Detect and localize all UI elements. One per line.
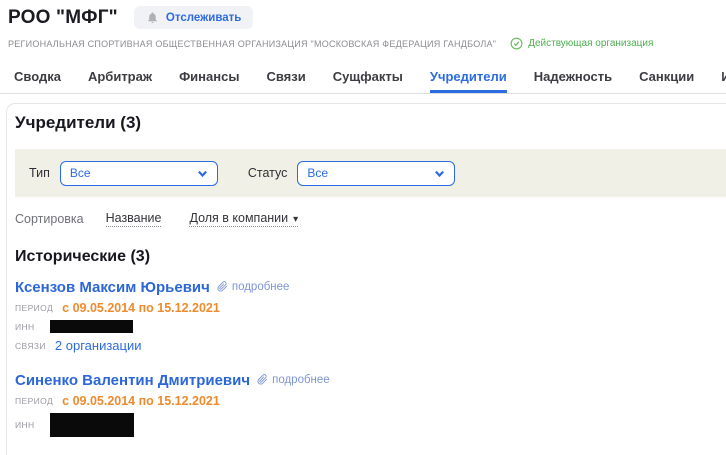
sort-option-share[interactable]: Доля в компании▾ [189,211,298,227]
filter-status-value: Все [307,166,328,180]
content-card: Учредители (3) Тип Все Статус Все Сортир… [6,103,726,455]
inn-label: ИНН [15,420,41,430]
page-title: РОО "МФГ" [8,7,118,29]
founder-item: Синенко Валентин Дмитриевич подробнее ПЕ… [15,372,726,437]
org-full-name: РЕГИОНАЛЬНАЯ СПОРТИВНАЯ ОБЩЕСТВЕННАЯ ОРГ… [8,39,496,49]
period-label: ПЕРИОД [15,396,53,406]
founder-details-link[interactable]: подробнее [257,374,330,386]
founder-details-label: подробнее [272,374,330,386]
founder-item: Ксензов Максим Юрьевич подробнее ПЕРИОД … [15,279,726,353]
bell-icon [146,11,159,24]
status-badge: Действующая организация [510,37,653,50]
founder-name-link[interactable]: Ксензов Максим Юрьевич [15,279,210,296]
page-section-title: Учредители (3) [15,113,726,133]
tab-2[interactable]: Арбитраж [88,63,152,93]
tab-1[interactable]: Сводка [14,63,61,93]
paperclip-icon [217,281,228,292]
status-badge-label: Действующая организация [528,38,653,49]
chevron-down-icon [434,168,445,179]
sort-caret-icon: ▾ [293,214,298,225]
links-label: СВЯЗИ [15,341,46,351]
filter-status-label: Статус [248,166,288,180]
paperclip-icon [257,374,268,385]
chevron-down-icon [197,168,208,179]
inn-redacted-value [50,320,133,333]
filter-type: Тип Все [29,161,218,186]
founder-details-link[interactable]: подробнее [217,281,290,293]
historical-section-title: Исторические (3) [15,248,726,266]
founder-links-link[interactable]: 2 организации [55,338,142,353]
tab-9[interactable]: История [721,63,726,93]
tab-7[interactable]: Надежность [534,63,612,93]
tab-6[interactable]: Учредители [430,63,507,93]
period-value: с 09.05.2014 по 15.12.2021 [62,301,220,315]
founders-list: Ксензов Максим Юрьевич подробнее ПЕРИОД … [15,279,726,455]
tab-4[interactable]: Связи [266,63,305,93]
tab-5[interactable]: Сущфакты [333,63,403,93]
inn-label: ИНН [15,322,41,332]
follow-button[interactable]: Отслеживать [134,6,253,29]
filter-type-value: Все [70,166,91,180]
page-header: РОО "МФГ" Отслеживать РЕГИОНАЛЬНАЯ СПОРТ… [0,0,726,50]
filter-status-select[interactable]: Все [297,161,455,186]
tabs-nav: Сводка Арбитраж Финансы Связи Сущфакты У… [0,63,726,94]
filter-status: Статус Все [248,161,456,186]
founder-details-label: подробнее [232,281,290,293]
check-circle-icon [510,37,523,50]
period-label: ПЕРИОД [15,303,53,313]
founder-name-link[interactable]: Синенко Валентин Дмитриевич [15,372,250,389]
filter-type-select[interactable]: Все [60,161,218,186]
filter-type-label: Тип [29,166,50,180]
period-value: с 09.05.2014 по 15.12.2021 [62,394,220,408]
tab-8[interactable]: Санкции [639,63,694,93]
sort-row: Сортировка Название Доля в компании▾ [15,211,726,227]
inn-redacted-value [50,413,134,437]
sort-label: Сортировка [15,212,84,226]
follow-button-label: Отслеживать [166,12,241,24]
sort-option-name[interactable]: Название [106,211,162,227]
filter-bar: Тип Все Статус Все [15,149,726,197]
tab-3[interactable]: Финансы [179,63,239,93]
